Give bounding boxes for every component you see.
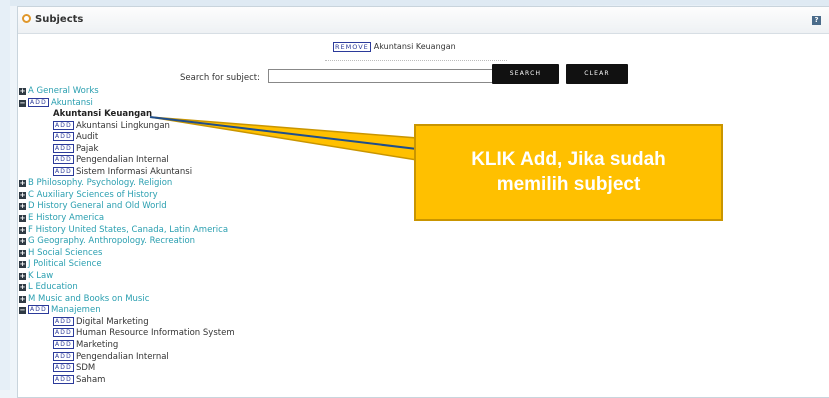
add-button[interactable]: ADD bbox=[53, 328, 74, 338]
add-button[interactable]: ADD bbox=[53, 132, 74, 142]
tree-row: ADD Pajak bbox=[19, 143, 235, 156]
remove-button[interactable]: REMOVE bbox=[333, 42, 371, 52]
search-label: Search for subject: bbox=[180, 73, 260, 83]
callout-line-2: memilih subject bbox=[496, 174, 641, 195]
subject-link[interactable]: Manajemen bbox=[51, 305, 101, 315]
tree-row: ADD Audit bbox=[19, 132, 235, 144]
tree-row: − ADD Manajemen bbox=[19, 305, 235, 317]
add-button[interactable]: ADD bbox=[53, 374, 74, 384]
subject-link[interactable]: Akuntansi bbox=[51, 98, 93, 108]
collapse-icon[interactable]: − bbox=[19, 307, 26, 315]
subject-link[interactable]: C Auxiliary Sciences of History bbox=[28, 190, 158, 200]
panel-header: Subjects ? bbox=[18, 7, 829, 34]
tree-row: ADD Saham bbox=[19, 374, 235, 387]
divider bbox=[325, 60, 507, 61]
add-button[interactable]: ADD bbox=[53, 120, 74, 130]
subject-item-label: Digital Marketing bbox=[75, 316, 149, 327]
subject-item-label: Pajak bbox=[75, 143, 99, 154]
tree-row: + E History America bbox=[19, 213, 235, 225]
tree-row: + M Music and Books on Music bbox=[19, 294, 235, 306]
collapse-icon[interactable]: − bbox=[19, 99, 26, 107]
subject-item-label: Audit bbox=[75, 132, 99, 143]
tree-row: ADD Digital Marketing bbox=[19, 316, 235, 329]
subject-item-label: Pengendalian Internal bbox=[75, 351, 169, 362]
tree-row: Akuntansi Keuangan bbox=[19, 109, 235, 121]
subject-link[interactable]: L Education bbox=[28, 282, 78, 292]
subject-item-label: Saham bbox=[75, 374, 106, 385]
subject-link[interactable]: H Social Sciences bbox=[28, 248, 102, 258]
tree-row: + L Education bbox=[19, 282, 235, 294]
subject-tree: + A General Works − ADD Akuntansi Akuntansi K… bbox=[19, 86, 235, 386]
panel-title: Subjects bbox=[35, 14, 84, 25]
expand-icon[interactable]: + bbox=[19, 272, 26, 280]
add-button[interactable]: ADD bbox=[53, 363, 74, 373]
expand-icon[interactable]: + bbox=[19, 249, 26, 257]
subject-item-label: SDM bbox=[75, 363, 96, 374]
subject-item-label: Marketing bbox=[75, 340, 119, 351]
tree-row: + K Law bbox=[19, 271, 235, 283]
expand-icon[interactable]: + bbox=[19, 284, 26, 292]
subject-link[interactable]: F History United States, Canada, Latin A… bbox=[28, 225, 228, 235]
search-button[interactable]: SEARCH bbox=[492, 64, 559, 84]
add-button[interactable]: ADD bbox=[53, 340, 74, 350]
add-button[interactable]: ADD bbox=[53, 316, 74, 326]
subject-item-label: Sistem Informasi Akuntansi bbox=[75, 166, 193, 177]
add-button[interactable]: ADD bbox=[53, 155, 74, 165]
tree-row: ADD SDM bbox=[19, 363, 235, 375]
callout-box: KLIK Add, Jika sudah memilih subject bbox=[414, 124, 723, 221]
expand-icon[interactable]: + bbox=[19, 215, 26, 223]
expand-icon[interactable]: + bbox=[19, 191, 26, 199]
tree-row: + J Political Science bbox=[19, 259, 235, 271]
selected-subject-label: Akuntansi Keuangan bbox=[373, 42, 456, 51]
add-button[interactable]: ADD bbox=[28, 97, 49, 107]
subject-link[interactable]: K Law bbox=[28, 271, 53, 281]
tree-row: + G Geography. Anthropology. Recreation bbox=[19, 236, 235, 248]
add-button[interactable]: ADD bbox=[28, 305, 49, 315]
selected-subject-row: REMOVE Akuntansi Keuangan bbox=[333, 42, 456, 52]
subject-link[interactable]: M Music and Books on Music bbox=[28, 294, 149, 304]
help-icon[interactable]: ? bbox=[812, 16, 821, 25]
tree-row: + B Philosophy. Psychology. Religion bbox=[19, 178, 235, 190]
expand-icon[interactable]: + bbox=[19, 238, 26, 246]
tree-row: ADD Marketing bbox=[19, 340, 235, 352]
tree-row: ADD Sistem Informasi Akuntansi bbox=[19, 166, 235, 179]
subject-link[interactable]: E History America bbox=[28, 213, 104, 223]
clear-button[interactable]: CLEAR bbox=[566, 64, 628, 84]
expand-icon[interactable]: + bbox=[19, 203, 26, 211]
tree-row: − ADD Akuntansi bbox=[19, 97, 235, 110]
subject-link[interactable]: A General Works bbox=[28, 86, 99, 96]
tree-row: + H Social Sciences bbox=[19, 248, 235, 260]
tree-row: + C Auxiliary Sciences of History bbox=[19, 190, 235, 202]
tree-row: ADD Pengendalian Internal bbox=[19, 155, 235, 167]
subject-link[interactable]: G Geography. Anthropology. Recreation bbox=[28, 236, 195, 246]
add-button[interactable]: ADD bbox=[53, 166, 74, 176]
tree-row: ADD Pengendalian Internal bbox=[19, 351, 235, 364]
subject-link[interactable]: B Philosophy. Psychology. Religion bbox=[28, 178, 172, 188]
selected-subject-item: Akuntansi Keuangan bbox=[53, 109, 153, 120]
tree-row: + A General Works bbox=[19, 86, 235, 98]
tree-row: ADD Akuntansi Lingkungan bbox=[19, 120, 235, 133]
add-button[interactable]: ADD bbox=[53, 143, 74, 153]
subject-item-label: Human Resource Information System bbox=[75, 328, 235, 339]
expand-icon[interactable]: + bbox=[19, 295, 26, 303]
search-input[interactable] bbox=[268, 69, 495, 83]
subject-item-label: Pengendalian Internal bbox=[75, 155, 169, 166]
tree-row: + D History General and Old World bbox=[19, 201, 235, 213]
subject-item-label: Akuntansi Lingkungan bbox=[75, 120, 170, 131]
callout-line-1: KLIK Add, Jika sudah bbox=[471, 149, 666, 170]
tree-row: + F History United States, Canada, Latin … bbox=[19, 225, 235, 237]
add-button[interactable]: ADD bbox=[53, 351, 74, 361]
tree-row: ADD Human Resource Information System bbox=[19, 328, 235, 340]
expand-icon[interactable]: + bbox=[19, 261, 26, 269]
subject-link[interactable]: J Political Science bbox=[28, 259, 102, 269]
expand-icon[interactable]: + bbox=[19, 180, 26, 188]
expand-icon[interactable]: + bbox=[19, 226, 26, 234]
circle-icon bbox=[22, 14, 31, 23]
subject-link[interactable]: D History General and Old World bbox=[28, 201, 167, 211]
expand-icon[interactable]: + bbox=[19, 88, 26, 95]
